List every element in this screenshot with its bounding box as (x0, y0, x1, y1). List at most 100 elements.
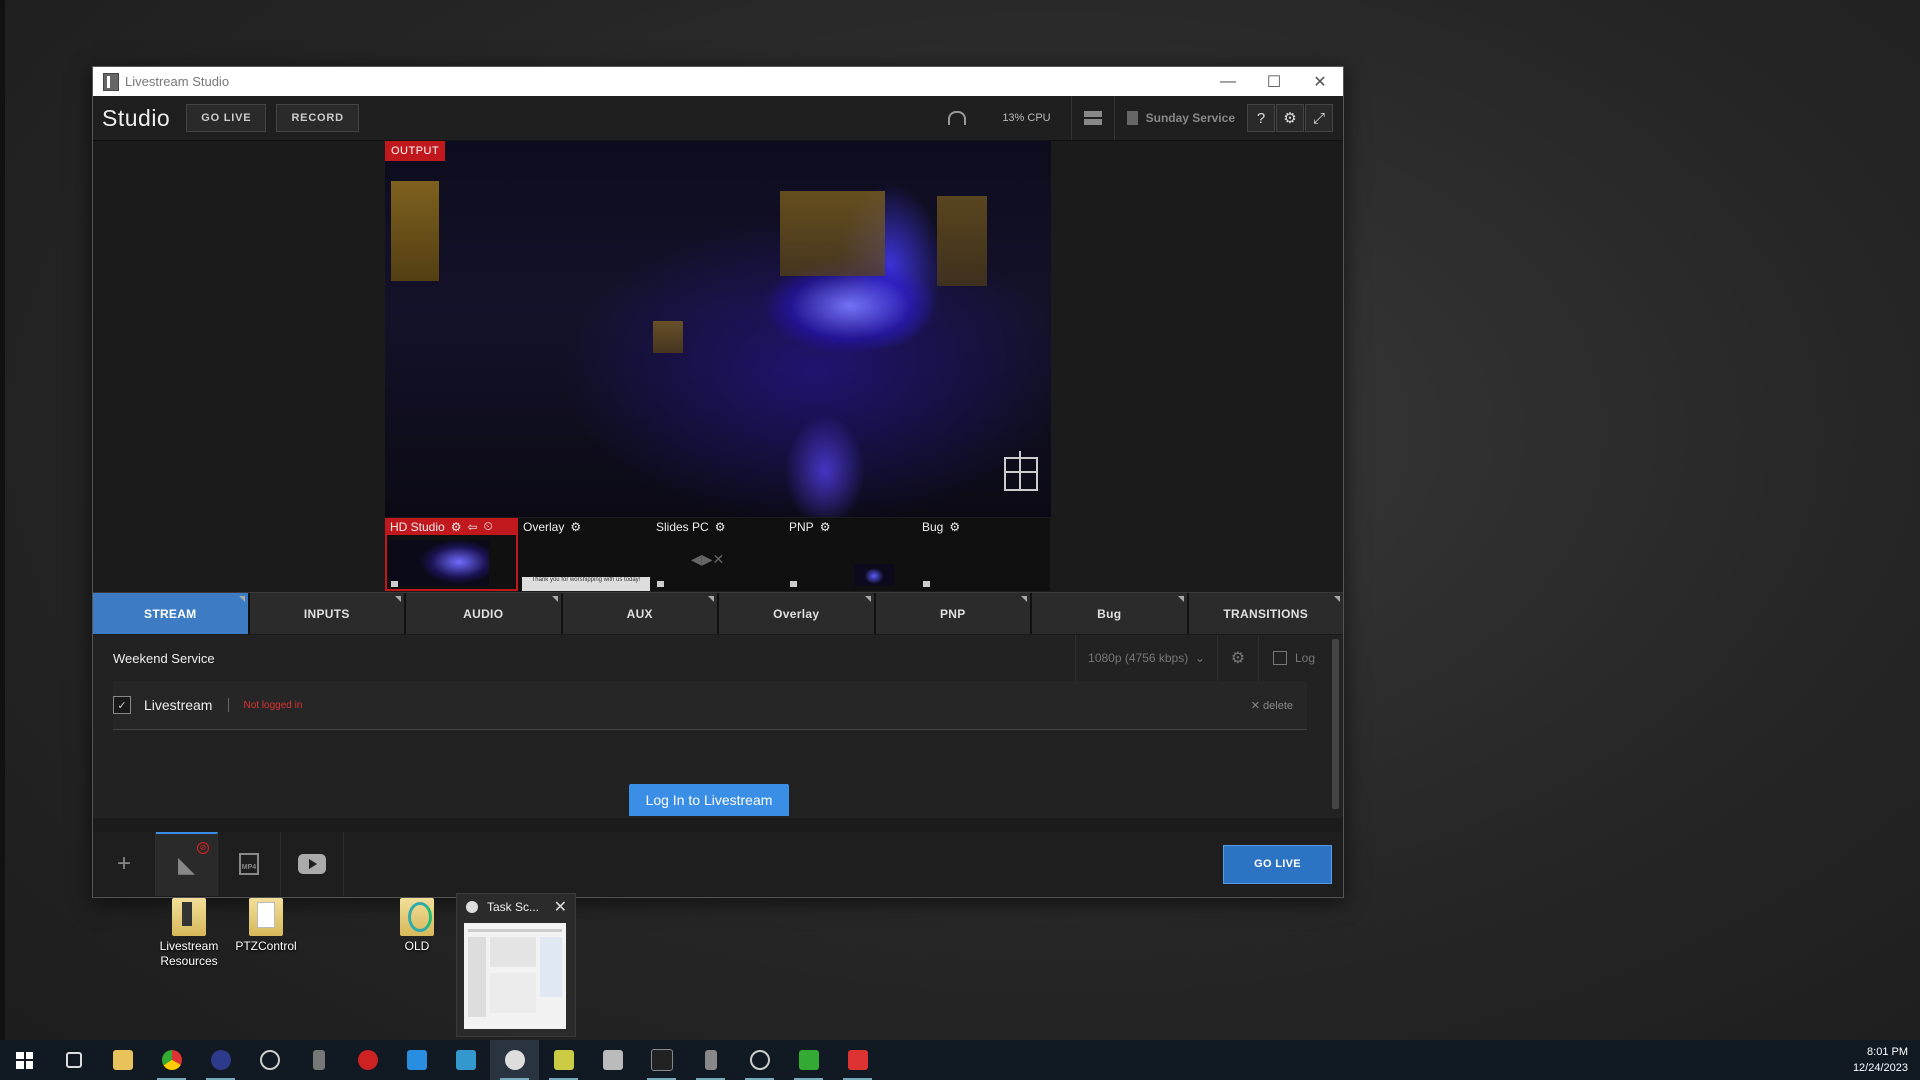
record-button[interactable]: RECORD (276, 104, 359, 132)
layout-icon (1083, 111, 1102, 125)
taskbar-node-app[interactable] (784, 1040, 833, 1080)
taskbar-app-grid[interactable] (196, 1040, 245, 1080)
folder-icon (112, 1050, 133, 1070)
thumb-bar (540, 937, 562, 997)
overlay-thumbnail: Thank you for worshipping with us today! (522, 577, 650, 591)
source-label: HD Studio (390, 519, 445, 534)
source-pnp[interactable]: PNP ⚙ (784, 518, 917, 591)
taskbar-vscode[interactable] (392, 1040, 441, 1080)
taskbar-task-scheduler[interactable] (490, 1040, 539, 1080)
fullscreen-button[interactable]: ⤢ (1305, 104, 1333, 132)
close-icon: ✕ (1250, 699, 1260, 712)
mp4-destination-button[interactable]: MP4 (218, 832, 281, 896)
source-slides-pc[interactable]: Slides PC ⚙ ◀▶✕ (651, 518, 784, 591)
tab-overlay[interactable]: Overlay (719, 593, 874, 634)
stream-settings-icon[interactable]: ⚙ (1216, 635, 1258, 681)
livestream-app-icon (312, 1050, 325, 1070)
gear-icon[interactable]: ⚙ (570, 520, 581, 534)
minimize-button[interactable]: — (1205, 67, 1251, 96)
task-view-button[interactable] (49, 1040, 98, 1080)
add-destination-button[interactable]: + (93, 832, 156, 896)
program-output-video[interactable] (385, 141, 1051, 517)
thumb-bar (468, 937, 486, 1017)
studio-brand: Studio (102, 104, 171, 131)
desktop-icon-old[interactable]: OLD (377, 898, 457, 954)
tab-stream[interactable]: STREAM (93, 593, 248, 634)
gear-icon[interactable]: ⚙ (451, 520, 462, 534)
lock-icon[interactable] (391, 581, 398, 587)
thumb-bar (490, 973, 536, 1013)
source-strip: HD Studio ⚙ ⇦ ⏲ Overlay ⚙ Thank you for … (385, 518, 1051, 591)
panel-scrollbar[interactable] (1332, 639, 1339, 809)
gear-icon[interactable]: ⚙ (949, 520, 960, 534)
start-button[interactable] (0, 1040, 49, 1080)
taskbar-editor[interactable] (539, 1040, 588, 1080)
separator (228, 698, 230, 712)
layout-toggle-button[interactable] (1070, 96, 1115, 140)
stream-panel: Weekend Service 1080p (4756 kbps) ⌄ ⚙ Lo… (93, 635, 1343, 818)
destination-checkbox[interactable]: ✓ (113, 696, 131, 714)
chevron-down-icon: ⌄ (1194, 651, 1205, 665)
taskbar-livestream-app[interactable] (294, 1040, 343, 1080)
taskbar-file-explorer[interactable] (98, 1040, 147, 1080)
preview-title: Task Sc... (487, 900, 540, 914)
taskbar-red-app[interactable] (343, 1040, 392, 1080)
tab-aux[interactable]: AUX (562, 593, 717, 634)
desktop-icon-livestream-resources[interactable]: Livestream Resources (149, 898, 229, 969)
tab-pnp[interactable]: PNP (875, 593, 1030, 634)
taskbar-blue-app[interactable] (441, 1040, 490, 1080)
preview-header: Task Sc... ✕ (457, 894, 575, 920)
app-icon (103, 72, 119, 91)
taskbar-installer[interactable] (588, 1040, 637, 1080)
cpu-usage: 13% CPU (1002, 112, 1051, 124)
go-live-button[interactable]: GO LIVE (186, 104, 267, 132)
livestream-destination-button[interactable]: ◣ ⊘ (156, 832, 218, 896)
desktop-icon-ptzcontrol[interactable]: PTZControl (226, 898, 306, 954)
thumb-bar (468, 929, 562, 932)
maximize-button[interactable]: ☐ (1251, 67, 1297, 96)
delete-button[interactable]: ✕ delete (1251, 699, 1293, 712)
preview-close-button[interactable]: ✕ (554, 897, 567, 917)
lock-icon[interactable] (923, 581, 930, 587)
login-button[interactable]: Log In to Livestream (629, 784, 789, 816)
quality-select[interactable]: 1080p (4756 kbps) ⌄ (1075, 635, 1217, 681)
source-bug[interactable]: Bug ⚙ (917, 518, 1050, 591)
taskbar-livestream-studio[interactable] (686, 1040, 735, 1080)
multiview-cube-icon[interactable] (1004, 451, 1038, 491)
church-window (937, 196, 987, 286)
tab-audio[interactable]: AUDIO (406, 593, 561, 634)
lock-icon[interactable] (657, 581, 664, 587)
headphones-icon[interactable] (948, 111, 967, 125)
tab-inputs[interactable]: INPUTS (249, 593, 404, 634)
close-button[interactable]: ✕ (1297, 67, 1343, 96)
taskbar-chrome[interactable] (147, 1040, 196, 1080)
log-toggle[interactable]: Log (1257, 635, 1329, 681)
system-clock[interactable]: 8:01 PM 12/24/2023 (1853, 1044, 1908, 1076)
preset-selector[interactable]: Sunday Service (1126, 111, 1235, 125)
taskbar-terminal[interactable] (637, 1040, 686, 1080)
tab-bug[interactable]: Bug (1032, 593, 1187, 634)
preview-thumbnail[interactable] (464, 923, 566, 1029)
taskbar-preview[interactable]: Task Sc... ✕ (456, 893, 576, 1037)
youtube-destination-button[interactable] (281, 832, 344, 896)
go-live-bottom-button[interactable]: GO LIVE (1223, 844, 1332, 884)
windows-icon (16, 1051, 33, 1069)
lock-icon[interactable] (790, 581, 797, 587)
settings-button[interactable]: ⚙ (1276, 104, 1304, 132)
source-hd-studio[interactable]: HD Studio ⚙ ⇦ ⏲ (385, 518, 518, 591)
title-bar[interactable]: Livestream Studio — ☐ ✕ (93, 67, 1343, 96)
installer-icon (602, 1050, 623, 1070)
destination-bar: + ◣ ⊘ MP4 GO LIVE (93, 832, 1343, 896)
help-button[interactable]: ? (1247, 104, 1275, 132)
taskbar-network-app[interactable] (245, 1040, 294, 1080)
gear-icon[interactable]: ⚙ (820, 520, 831, 534)
thumb-bar (490, 937, 536, 967)
clock-icon[interactable]: ⏲ (484, 519, 493, 534)
livestream-studio-window: Livestream Studio — ☐ ✕ Studio GO LIVE R… (92, 66, 1344, 898)
source-overlay[interactable]: Overlay ⚙ Thank you for worshipping with… (518, 518, 651, 591)
gear-icon[interactable]: ⚙ (715, 520, 726, 534)
tab-transitions[interactable]: TRANSITIONS (1188, 593, 1343, 634)
taskbar-remote-app[interactable] (833, 1040, 882, 1080)
transition-icon[interactable]: ⇦ (467, 520, 477, 534)
taskbar-network-app-2[interactable] (735, 1040, 784, 1080)
